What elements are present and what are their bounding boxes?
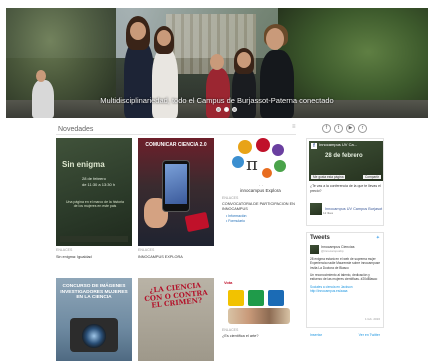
rss-icon[interactable]: r [358,124,367,133]
slider-dot-active[interactable] [224,107,229,112]
hero-person-head [36,70,46,82]
hero-caption: Multidisciplinariedad, todo el Campus de… [100,96,334,105]
slider-dot[interactable] [232,107,237,112]
hero-person-head [157,30,171,46]
poster-subtitle: Una página en el marco de la historia de… [66,200,124,208]
news-card-category: ENLACES [56,248,73,252]
section-options-icon[interactable]: ≡ [292,124,296,130]
poster-block [268,290,284,306]
slider-dot[interactable] [216,107,221,112]
news-card-title[interactable]: ¿Es científica el arte? [222,334,259,338]
tweets-title: Tweets [310,235,330,241]
tweet-author-handle[interactable]: @innocampusbp [321,249,354,253]
poster-block [248,290,264,306]
section-divider [56,134,296,135]
poster-block [228,290,244,306]
poster-time: de 11:30 a 13:30 h [82,182,116,187]
facebook-icon: f [311,143,317,149]
facebook-post-text: ¿Te vas a la conferencia de la que te ll… [310,184,381,193]
section-title: Novedades [58,126,94,133]
bubble [238,140,252,154]
facebook-profile[interactable]: Innocampus UV Campus Burjasot [310,203,382,215]
news-card-image[interactable]: CONCURSO DE IMÁGENES INVESTIGADORES MUJE… [56,278,132,361]
tweet-author[interactable]: Innocampus Ciencias @innocampusbp [310,245,354,254]
bubble [272,144,284,156]
news-card-image[interactable]: ¿LA CIENCIA CON O CONTRA EL CRIMEN? [138,278,214,361]
news-card-category: ENLACES [138,248,155,252]
twitter-timeline[interactable]: Tweets ✦ Innocampus Ciencias @innocampus… [306,232,384,337]
hero-banner[interactable]: Multidisciplinariedad, todo el Campus de… [6,8,428,118]
news-card-image[interactable]: Vota [222,278,298,326]
poster-date: 28 de febrero [82,176,106,181]
news-card-category: ENLACES [222,328,239,332]
news-card-image[interactable]: Sin enigma 28 de febrero de 11:30 a 13:3… [56,138,132,246]
news-card-title[interactable]: Sin enigma: Igualdad [56,255,92,259]
bubble [262,168,272,178]
facebook-icon[interactable]: f [322,124,331,133]
news-card-links: • Información • Formulario [226,214,247,225]
youtube-icon[interactable]: ▶ [346,124,355,133]
poster-title: ¿LA CIENCIA CON O CONTRA EL CRIMEN? [143,280,209,310]
pi-icon: π [246,154,258,175]
news-card-category: ENLACES [222,196,239,200]
bubble [232,156,244,168]
poster-tag [184,211,210,233]
tweet-text: Un reconocimiento al talento, dedicación… [310,272,378,282]
poster-title: COMUNICAR CIENCIA 2.0 [145,142,207,148]
tweet-text: 28 enigma estará en el web de suprema mu… [310,257,380,270]
facebook-cover-date: 28 de febrero [325,153,363,159]
news-card-image[interactable]: COMUNICAR CIENCIA 2.0 [138,138,214,246]
bubble [256,138,270,152]
share-button[interactable]: Compartir [363,175,381,179]
poster-title: Vota [224,280,233,285]
hero-person [124,40,154,118]
facebook-widget[interactable]: f Innocampus UV Ca... 28 de febrero Me g… [306,138,384,226]
poster-subtitle: innocampus Explora [240,188,281,193]
facebook-profile-name[interactable]: Innocampus UV Campus Burjasot [325,207,382,211]
twitter-icon[interactable]: t [334,124,343,133]
poster-title: CONCURSO DE IMÁGENES INVESTIGADORES MUJE… [60,284,128,301]
tweet-link[interactable]: Sociales a ciencia en Jackson http://inn… [310,285,382,294]
news-card-title[interactable]: CONVOCATORIA DE PARTICIPACION EN INNOCAM… [222,202,298,212]
social-links: f t ▶ r [322,124,367,133]
poster-people [228,308,290,324]
like-page-button[interactable]: Me gusta esta página [311,175,346,179]
hero-person [152,48,178,118]
embed-link[interactable]: Insertar [310,333,322,337]
tweet-date[interactable]: 1 feb. 2016 [365,317,380,321]
news-card-image[interactable]: π apuntate [222,138,298,186]
bubble [274,160,286,172]
avatar[interactable] [310,203,322,215]
facebook-cover[interactable]: f Innocampus UV Ca... 28 de febrero Me g… [309,141,383,181]
news-card-title[interactable]: INNOCAMPUS EXPLORA [138,255,183,259]
hero-person-head [266,28,284,50]
hero-person-head [130,22,146,40]
view-on-twitter-link[interactable]: Ver en Twitter [359,333,380,337]
poster-label: apuntate [250,184,266,186]
poster-phone-screen [165,164,187,204]
tweet-body: 28 enigma estará en el web de suprema mu… [310,257,382,293]
camera-lens [82,324,106,348]
poster-footer [60,236,128,242]
poster-title: Sin enigma [62,160,105,169]
bullet-link[interactable]: • Formulario [226,219,247,224]
facebook-page-name[interactable]: Innocampus UV Ca... [319,142,357,147]
hero-person [260,50,294,118]
avatar[interactable] [310,245,319,254]
hero-person-head [210,54,224,70]
slider-dots[interactable] [216,107,237,112]
twitter-bird-icon: ✦ [375,235,380,241]
facebook-likes-count: 12 likes [323,211,334,215]
hero-person-head [237,52,251,68]
